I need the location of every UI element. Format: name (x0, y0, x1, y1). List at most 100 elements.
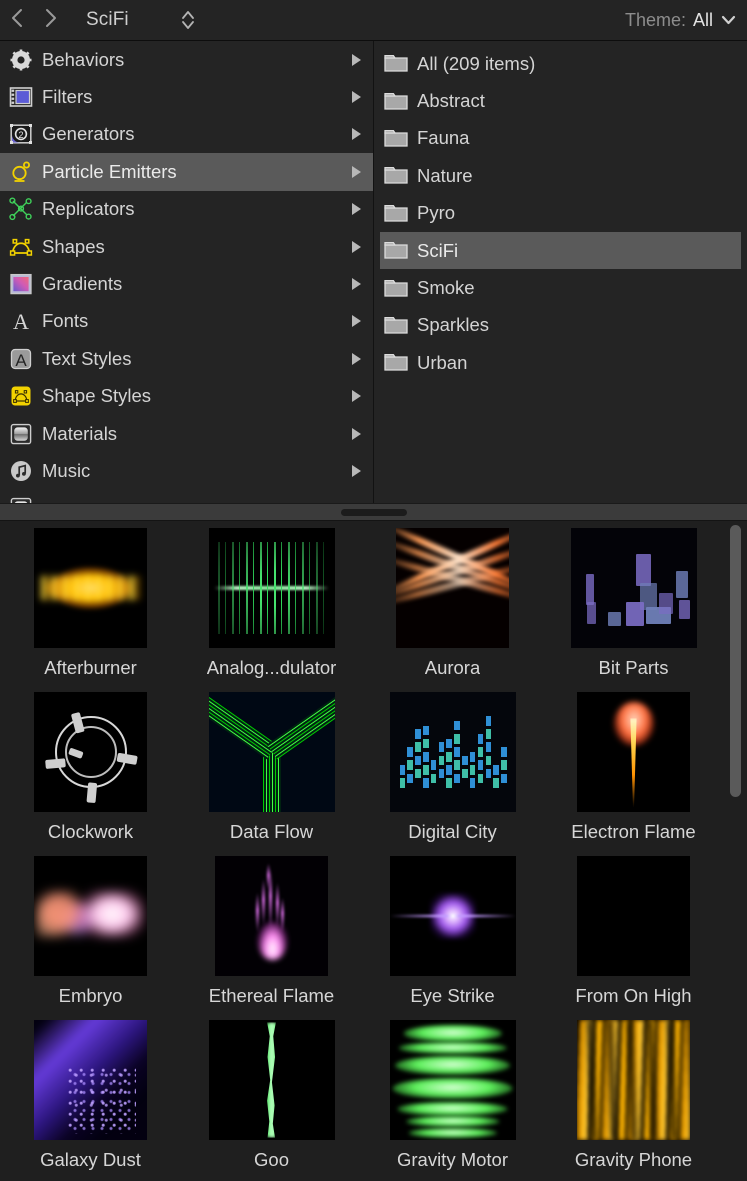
folder-icon (384, 204, 408, 223)
preset-cell[interactable]: Analog...dulator (181, 528, 362, 692)
folder-item-fauna[interactable]: Fauna (380, 120, 741, 157)
disclosure-triangle-icon[interactable] (352, 428, 361, 440)
theme-filter-dropdown[interactable]: Theme: All (625, 10, 737, 31)
splitter-grip[interactable] (341, 509, 407, 516)
disclosure-triangle-icon[interactable] (352, 128, 361, 140)
category-list[interactable]: Behaviors Filters 2 Generators Particle … (0, 41, 374, 507)
sidebar-item-materials[interactable]: Materials (0, 415, 373, 452)
disclosure-triangle-icon[interactable] (352, 353, 361, 365)
folder-icon (384, 129, 408, 148)
preset-cell[interactable]: Gravity Phone (543, 1020, 724, 1181)
preset-thumbnail[interactable] (34, 692, 147, 812)
disclosure-triangle-icon[interactable] (352, 390, 361, 402)
folder-item-label: Fauna (417, 127, 469, 149)
sidebar-item-label: Gradients (42, 273, 122, 295)
preset-artwork (215, 856, 328, 976)
preset-grid-area[interactable]: Afterburner Analog...dulator Aurora Bit Par… (0, 521, 747, 1181)
preset-thumbnail[interactable] (209, 1020, 335, 1140)
sidebar-item-fonts[interactable]: A Fonts (0, 303, 373, 340)
disclosure-triangle-icon[interactable] (352, 203, 361, 215)
preset-thumbnail[interactable] (571, 528, 697, 648)
disclosure-triangle-icon[interactable] (352, 166, 361, 178)
preset-cell[interactable]: Aurora (362, 528, 543, 692)
folder-item-label: Sparkles (417, 314, 489, 336)
sidebar-item-label: Generators (42, 123, 135, 145)
chevron-right-icon (44, 7, 58, 33)
forward-button[interactable] (34, 0, 68, 41)
preset-cell[interactable]: Digital City (362, 692, 543, 856)
preset-grid: Afterburner Analog...dulator Aurora Bit Par… (0, 521, 726, 1181)
folder-item-label: SciFi (417, 240, 458, 262)
preset-label: Eye Strike (410, 985, 494, 1007)
preset-thumbnail[interactable] (577, 1020, 690, 1140)
preset-thumbnail[interactable] (396, 528, 509, 648)
preset-thumbnail[interactable] (577, 692, 690, 812)
preset-label: Bit Parts (599, 657, 669, 679)
folder-item-nature[interactable]: Nature (380, 157, 741, 194)
preset-cell[interactable]: Electron Flame (543, 692, 724, 856)
folder-icon (384, 316, 408, 335)
disclosure-triangle-icon[interactable] (352, 241, 361, 253)
preset-label: Gravity Motor (397, 1149, 508, 1171)
preset-cell[interactable]: Ethereal Flame (181, 856, 362, 1020)
disclosure-triangle-icon[interactable] (352, 315, 361, 327)
back-button[interactable] (0, 0, 34, 41)
preset-cell[interactable]: Data Flow (181, 692, 362, 856)
pane-splitter[interactable] (0, 503, 747, 521)
preset-label: Electron Flame (571, 821, 695, 843)
preset-thumbnail[interactable] (34, 528, 147, 648)
sidebar-item-gradients[interactable]: Gradients (0, 265, 373, 302)
sidebar-item-particle-emitters[interactable]: Particle Emitters (0, 153, 373, 190)
folder-item-pyro[interactable]: Pyro (380, 195, 741, 232)
preset-artwork (571, 528, 697, 648)
sidebar-item-music[interactable]: Music (0, 452, 373, 489)
folder-item-scifi[interactable]: SciFi (380, 232, 741, 269)
folder-item-abstract[interactable]: Abstract (380, 82, 741, 119)
disclosure-triangle-icon[interactable] (352, 465, 361, 477)
folder-list[interactable]: All (209 items) Abstract Fauna Nature Py… (374, 41, 747, 507)
preset-thumbnail[interactable] (209, 528, 335, 648)
sidebar-item-label: Replicators (42, 198, 135, 220)
preset-cell[interactable]: Eye Strike (362, 856, 543, 1020)
folder-item-smoke[interactable]: Smoke (380, 269, 741, 306)
sort-order-stepper[interactable] (177, 5, 199, 35)
folder-item-all-209-items[interactable]: All (209 items) (380, 45, 741, 82)
preset-thumbnail[interactable] (215, 856, 328, 976)
replicator-icon (8, 197, 33, 222)
sidebar-item-replicators[interactable]: Replicators (0, 191, 373, 228)
category-scrollbar[interactable] (364, 43, 371, 505)
folder-item-urban[interactable]: Urban (380, 344, 741, 381)
preset-thumbnail[interactable] (390, 692, 516, 812)
folder-icon (384, 279, 408, 298)
preset-thumbnail[interactable] (34, 1020, 147, 1140)
sidebar-item-text-styles[interactable]: A Text Styles (0, 340, 373, 377)
sidebar-item-generators[interactable]: 2 Generators (0, 116, 373, 153)
preset-thumbnail[interactable] (390, 856, 516, 976)
preset-thumbnail[interactable] (577, 856, 690, 976)
preset-cell[interactable]: Afterburner (0, 528, 181, 692)
sidebar-item-shape-styles[interactable]: Shape Styles (0, 378, 373, 415)
folder-item-sparkles[interactable]: Sparkles (380, 307, 741, 344)
preset-cell[interactable]: Gravity Motor (362, 1020, 543, 1181)
preset-cell[interactable]: Galaxy Dust (0, 1020, 181, 1181)
sidebar-item-label: Shape Styles (42, 385, 151, 407)
disclosure-triangle-icon[interactable] (352, 278, 361, 290)
preset-cell[interactable]: From On High (543, 856, 724, 1020)
preset-thumbnail[interactable] (34, 856, 147, 976)
preset-cell[interactable]: Goo (181, 1020, 362, 1181)
grid-scrollbar-thumb[interactable] (730, 525, 741, 797)
disclosure-triangle-icon[interactable] (352, 54, 361, 66)
sidebar-item-behaviors[interactable]: Behaviors (0, 41, 373, 78)
preset-thumbnail[interactable] (390, 1020, 516, 1140)
disclosure-triangle-icon[interactable] (352, 91, 361, 103)
preset-cell[interactable]: Embryo (0, 856, 181, 1020)
preset-cell[interactable]: Clockwork (0, 692, 181, 856)
preset-artwork (209, 692, 335, 812)
emitter-icon (8, 159, 33, 184)
sidebar-item-filters[interactable]: Filters (0, 78, 373, 115)
preset-artwork (34, 692, 147, 812)
preset-cell[interactable]: Bit Parts (543, 528, 724, 692)
sidebar-item-shapes[interactable]: Shapes (0, 228, 373, 265)
preset-thumbnail[interactable] (209, 692, 335, 812)
grid-scrollbar[interactable] (730, 525, 741, 1177)
